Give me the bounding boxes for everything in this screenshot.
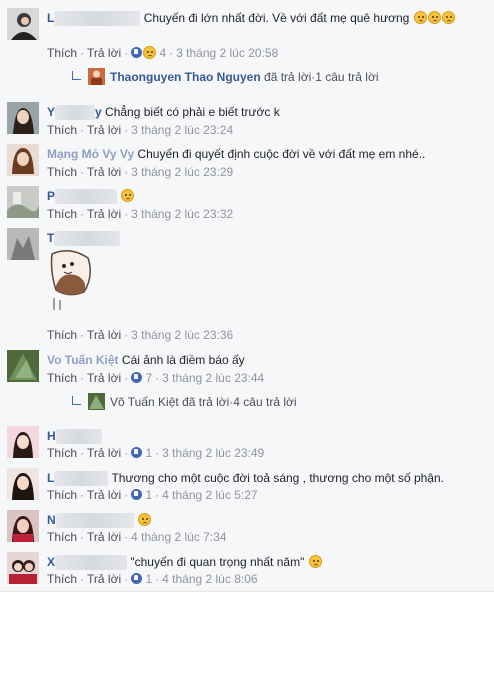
reply-link[interactable]: Trả lời [87, 165, 121, 179]
avatar[interactable] [7, 552, 39, 584]
reply-author[interactable]: Võ Tuấn Kiệt [110, 395, 179, 409]
like-link[interactable]: Thích [47, 488, 77, 502]
sad-emoji-icon [121, 189, 135, 202]
like-link[interactable]: Thích [47, 371, 77, 385]
comment-text: Chuyến đi lớn nhất đời. Về với đất mẹ qu… [143, 11, 410, 25]
like-link[interactable]: Thích [47, 207, 77, 221]
commenter-name[interactable]: T [47, 231, 54, 245]
reply-author[interactable]: Thaonguyen Thao Nguyen [110, 70, 261, 84]
timestamp[interactable]: 4 tháng 2 lúc 8:06 [162, 572, 257, 586]
like-link[interactable]: Thích [47, 572, 77, 586]
commenter-name[interactable]: Mạng Mỏ Vy Vy [47, 147, 134, 161]
like-link[interactable]: Thích [47, 530, 77, 544]
commenter-name[interactable]: Y [47, 105, 55, 119]
avatar[interactable] [7, 426, 39, 458]
like-link[interactable]: Thích [47, 446, 77, 460]
reply-link[interactable]: Trả lời [87, 371, 121, 385]
reply-avatar [88, 68, 105, 85]
reaction-count[interactable]: 4 [159, 46, 166, 60]
avatar[interactable] [7, 350, 39, 382]
like-count-icon [131, 489, 143, 500]
timestamp[interactable]: 4 tháng 2 lúc 5:27 [162, 488, 257, 502]
timestamp[interactable]: 4 tháng 2 lúc 7:34 [131, 530, 226, 544]
redacted-name [55, 429, 102, 445]
reply-arrow-icon [72, 71, 81, 80]
timestamp[interactable]: 3 tháng 2 lúc 23:49 [162, 446, 264, 460]
commenter-name[interactable]: H [47, 429, 56, 443]
avatar[interactable] [7, 228, 39, 260]
comment-text: "chuyến đi quan trọng nhất năm" [130, 555, 305, 569]
like-link[interactable]: Thích [47, 46, 77, 60]
commenter-name[interactable]: P [47, 189, 55, 203]
like-link[interactable]: Thích [47, 328, 77, 342]
reaction-count[interactable]: 1 [145, 488, 152, 502]
reaction-count[interactable]: 1 [145, 572, 152, 586]
like-count-icon [131, 447, 143, 458]
timestamp[interactable]: 3 tháng 2 lúc 23:36 [131, 328, 233, 342]
sad-reaction-icon [143, 46, 157, 59]
crying-emoji-icon [441, 11, 455, 24]
commenter-name[interactable]: L [47, 471, 54, 485]
avatar[interactable] [7, 144, 39, 176]
timestamp[interactable]: 3 tháng 2 lúc 23:32 [131, 207, 233, 221]
avatar[interactable] [7, 8, 39, 40]
reaction-count[interactable]: 1 [145, 446, 152, 460]
comment-thread: L Chuyến đi lớn nhất đời. Về với đất mẹ … [0, 0, 494, 592]
reply-link[interactable]: Trả lời [87, 572, 121, 586]
timestamp[interactable]: 3 tháng 2 lúc 23:24 [131, 123, 233, 137]
like-count-icon [131, 573, 143, 584]
redacted-name [54, 471, 109, 487]
avatar[interactable] [7, 510, 39, 542]
crying-emoji-icon [413, 11, 427, 24]
commenter-name[interactable]: X [47, 555, 55, 569]
redacted-name [55, 513, 134, 529]
like-count-icon [131, 372, 143, 383]
commenter-name[interactable]: Vo Tuấn Kiệt [47, 353, 119, 367]
reply-link[interactable]: Trả lời [87, 328, 121, 342]
redacted-name [54, 11, 141, 27]
commenter-name[interactable]: L [47, 11, 54, 25]
reply-link[interactable]: Trả lời [87, 488, 121, 502]
reply-count-link[interactable]: 4 câu trả lời [233, 395, 296, 409]
like-link[interactable]: Thích [47, 165, 77, 179]
reply-count-link[interactable]: 1 câu trả lời [315, 70, 378, 84]
commenter-name[interactable]: N [47, 513, 56, 527]
like-count-icon [131, 47, 143, 58]
reply-link[interactable]: Trả lời [87, 446, 121, 460]
comment-text: Thương cho một cuộc đời toả sáng , thươn… [111, 471, 444, 485]
reply-link[interactable]: Trả lời [87, 123, 121, 137]
reply-link[interactable]: Trả lời [87, 207, 121, 221]
like-link[interactable]: Thích [47, 123, 77, 137]
reaction-count[interactable]: 7 [145, 371, 152, 385]
sticker-image[interactable] [48, 246, 94, 312]
crying-emoji-icon [427, 11, 441, 24]
redacted-name [55, 105, 96, 121]
sad-emoji-icon [138, 513, 152, 526]
redacted-name [54, 231, 121, 247]
avatar[interactable] [7, 468, 39, 500]
reply-arrow-icon [72, 396, 81, 405]
reply-avatar [88, 393, 105, 410]
redacted-name [55, 189, 118, 205]
redacted-name [55, 555, 128, 571]
comment-text: Chuyến đi quyết định cuộc đời về với đất… [137, 147, 426, 161]
sad-emoji-icon [308, 555, 322, 568]
avatar[interactable] [7, 102, 39, 134]
reply-link[interactable]: Trả lời [87, 530, 121, 544]
timestamp[interactable]: 3 tháng 2 lúc 23:29 [131, 165, 233, 179]
timestamp[interactable]: 3 tháng 2 lúc 20:58 [176, 46, 278, 60]
reply-link[interactable]: Trả lời [87, 46, 121, 60]
comment-text: Chẳng biết có phải e biết trước k [105, 105, 280, 119]
comment-text: Cái ảnh là điềm báo ấy [121, 353, 245, 367]
timestamp[interactable]: 3 tháng 2 lúc 23:44 [162, 371, 264, 385]
avatar[interactable] [7, 186, 39, 218]
